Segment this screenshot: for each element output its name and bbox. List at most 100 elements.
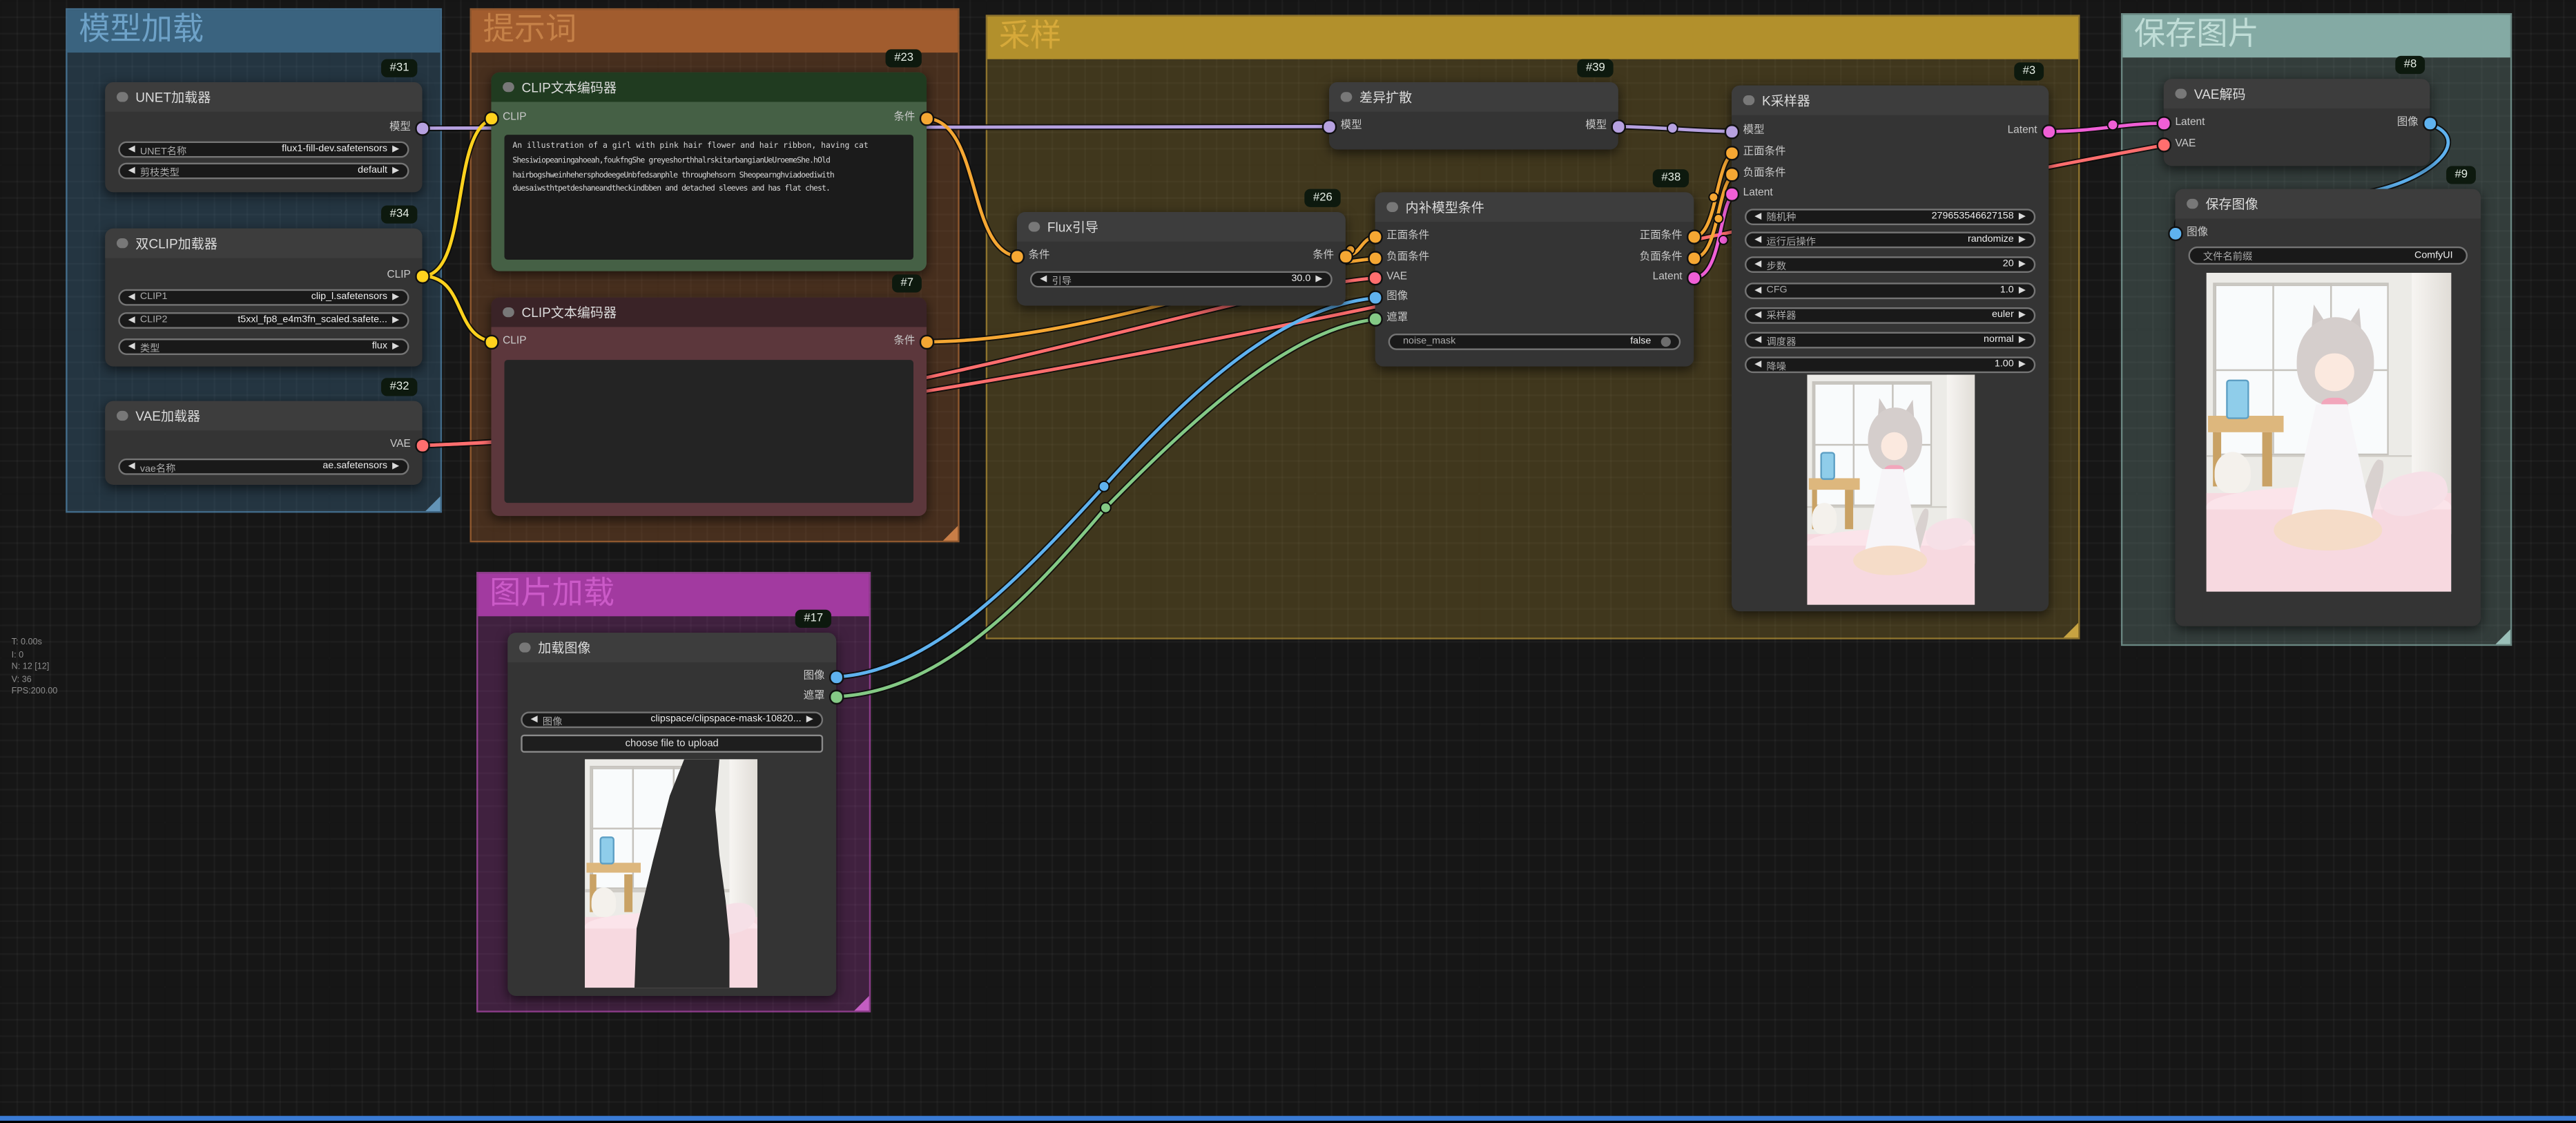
node-header[interactable]: 双CLIP加载器 [105, 229, 422, 258]
node-inpaint-conditioning[interactable]: #38 内补模型条件 正面条件 负面条件 VAE 图像 遮罩 正面条件 负面条件… [1375, 192, 1694, 366]
collapse-dot-icon[interactable] [2187, 198, 2197, 209]
output-port-model[interactable] [1611, 119, 1625, 133]
node-header[interactable]: CLIP文本编码器 [491, 73, 927, 102]
stepper-right-icon[interactable]: ▶ [392, 342, 399, 352]
stepper-left-icon[interactable]: ◀ [1754, 260, 1761, 269]
collapse-dot-icon[interactable] [1743, 95, 1754, 105]
stepper-left-icon[interactable]: ◀ [128, 342, 135, 352]
output-port-model[interactable] [415, 121, 429, 135]
node-header[interactable]: 内补模型条件 [1375, 192, 1694, 222]
input-port-image[interactable] [2168, 227, 2182, 240]
stepper-right-icon[interactable]: ▶ [392, 316, 399, 325]
output-port-vae[interactable] [415, 439, 429, 452]
widget-clip2[interactable]: ◀ CLIP2 t5xxl_fp8_e4m3fn_scaled.safete..… [118, 312, 409, 329]
node-header[interactable]: UNET加载器 [105, 82, 422, 112]
group-save-image-header[interactable]: 保存图片 [2122, 15, 2510, 57]
output-port-latent[interactable] [2042, 124, 2055, 138]
input-port-clip[interactable] [484, 335, 498, 349]
group-resize-handle[interactable] [2495, 629, 2510, 644]
stepper-left-icon[interactable]: ◀ [531, 715, 538, 724]
node-header[interactable]: Flux引导 [1017, 212, 1346, 242]
collapse-dot-icon[interactable] [117, 92, 127, 102]
node-vae-loader[interactable]: #32 VAE加载器 VAE ◀ vae名称 ae.safetensors ▶ [105, 401, 422, 485]
stepper-left-icon[interactable]: ◀ [1754, 310, 1761, 320]
output-port-cond[interactable] [920, 335, 933, 349]
widget-unet-name[interactable]: ◀ UNET名称 flux1-fill-dev.safetensors ▶ [118, 142, 409, 158]
node-header[interactable]: 保存图像 [2175, 189, 2481, 219]
output-port-clip[interactable] [415, 269, 429, 283]
stepper-right-icon[interactable]: ▶ [392, 462, 399, 472]
choose-file-button[interactable]: choose file to upload [521, 735, 823, 753]
collapse-dot-icon[interactable] [503, 81, 513, 92]
stepper-left-icon[interactable]: ◀ [128, 293, 135, 303]
stepper-right-icon[interactable]: ▶ [2019, 335, 2026, 345]
widget-scheduler[interactable]: ◀ 调度器 normal ▶ [1745, 332, 2035, 349]
node-header[interactable]: VAE加载器 [105, 401, 422, 431]
toggle-knob-icon[interactable] [1661, 337, 1671, 347]
stepper-right-icon[interactable]: ▶ [806, 715, 813, 724]
group-resize-handle[interactable] [854, 996, 869, 1010]
collapse-dot-icon[interactable] [519, 642, 530, 653]
stepper-left-icon[interactable]: ◀ [1754, 285, 1761, 295]
collapse-dot-icon[interactable] [2175, 88, 2185, 99]
node-unet-loader[interactable]: #31 UNET加载器 模型 ◀ UNET名称 flux1-fill-dev.s… [105, 82, 422, 192]
widget-noise-mask-toggle[interactable]: noise_mask false [1388, 334, 1681, 350]
widget-denoise[interactable]: ◀ 降噪 1.00 ▶ [1745, 356, 2035, 373]
node-header[interactable]: CLIP文本编码器 [491, 298, 927, 327]
input-port-vae[interactable] [2157, 137, 2171, 151]
stepper-right-icon[interactable]: ▶ [2019, 310, 2026, 320]
node-flux-guidance[interactable]: #26 Flux引导 条件 条件 ◀ 引导 30.0 ▶ [1017, 212, 1346, 306]
widget-filename-prefix[interactable]: 文件名前缀 ComfyUI [2188, 247, 2468, 265]
group-resize-handle[interactable] [425, 497, 440, 511]
node-dualclip-loader[interactable]: #34 双CLIP加载器 CLIP ◀ CLIP1 clip_l.safeten… [105, 229, 422, 367]
widget-steps[interactable]: ◀ 步数 20 ▶ [1745, 256, 2035, 273]
collapse-dot-icon[interactable] [1341, 92, 1351, 102]
widget-control-after-generate[interactable]: ◀ 运行后操作 randomize ▶ [1745, 232, 2035, 249]
collapse-dot-icon[interactable] [117, 410, 127, 421]
stepper-left-icon[interactable]: ◀ [1754, 335, 1761, 345]
node-differential-diffusion[interactable]: #39 差异扩散 模型 模型 [1329, 82, 1618, 150]
node-header[interactable]: VAE解码 [2164, 79, 2430, 108]
widget-clip1[interactable]: ◀ CLIP1 clip_l.safetensors ▶ [118, 289, 409, 306]
output-port-image[interactable] [829, 670, 843, 684]
output-port-latent[interactable] [1687, 271, 1701, 285]
node-load-image[interactable]: #17 加载图像 图像 遮罩 ◀ 图像 clipspace/clipspace-… [507, 633, 836, 996]
collapse-dot-icon[interactable] [1029, 222, 1039, 232]
node-vae-decode[interactable]: #8 VAE解码 Latent VAE 图像 [2164, 79, 2430, 166]
prompt-textarea[interactable] [505, 360, 913, 503]
output-port-positive[interactable] [1687, 229, 1701, 243]
node-header[interactable]: K采样器 [1732, 86, 2049, 115]
node-header[interactable]: 差异扩散 [1329, 82, 1618, 112]
input-port-negative[interactable] [1725, 167, 1739, 181]
group-sampling-header[interactable]: 采样 [987, 17, 2078, 59]
node-clip-encode-positive[interactable]: #23 CLIP文本编码器 CLIP 条件 An illustration of… [491, 73, 927, 271]
input-port-negative[interactable] [1368, 251, 1382, 265]
output-port-mask[interactable] [829, 690, 843, 704]
collapse-dot-icon[interactable] [117, 238, 127, 248]
output-port-image[interactable] [2423, 116, 2437, 130]
stepper-left-icon[interactable]: ◀ [1754, 211, 1761, 221]
stepper-left-icon[interactable]: ◀ [128, 144, 135, 154]
stepper-right-icon[interactable]: ▶ [392, 144, 399, 154]
group-model-load-header[interactable]: 模型加载 [68, 10, 440, 52]
input-port-vae[interactable] [1368, 271, 1382, 285]
stepper-left-icon[interactable]: ◀ [1040, 274, 1047, 284]
node-save-image[interactable]: #9 保存图像 图像 文件名前缀 ComfyUI [2175, 189, 2481, 626]
widget-cfg[interactable]: ◀ CFG 1.0 ▶ [1745, 282, 2035, 298]
input-port-positive[interactable] [1725, 146, 1739, 160]
stepper-right-icon[interactable]: ▶ [392, 166, 399, 175]
node-header[interactable]: 加载图像 [507, 633, 836, 662]
input-port-latent[interactable] [2157, 116, 2171, 130]
stepper-right-icon[interactable]: ▶ [1315, 274, 1322, 284]
input-port-latent[interactable] [1725, 187, 1739, 201]
output-port-cond[interactable] [920, 111, 933, 125]
stepper-left-icon[interactable]: ◀ [128, 166, 135, 175]
widget-guidance[interactable]: ◀ 引导 30.0 ▶ [1030, 271, 1333, 288]
output-port-negative[interactable] [1687, 251, 1701, 265]
stepper-left-icon[interactable]: ◀ [128, 316, 135, 325]
widget-image-file[interactable]: ◀ 图像 clipspace/clipspace-mask-10820... ▶ [521, 711, 823, 728]
input-port-cond[interactable] [1010, 249, 1024, 263]
widget-seed[interactable]: ◀ 随机种 279653546627158 ▶ [1745, 208, 2035, 224]
stepper-right-icon[interactable]: ▶ [2019, 235, 2026, 244]
stepper-right-icon[interactable]: ▶ [2019, 285, 2026, 295]
